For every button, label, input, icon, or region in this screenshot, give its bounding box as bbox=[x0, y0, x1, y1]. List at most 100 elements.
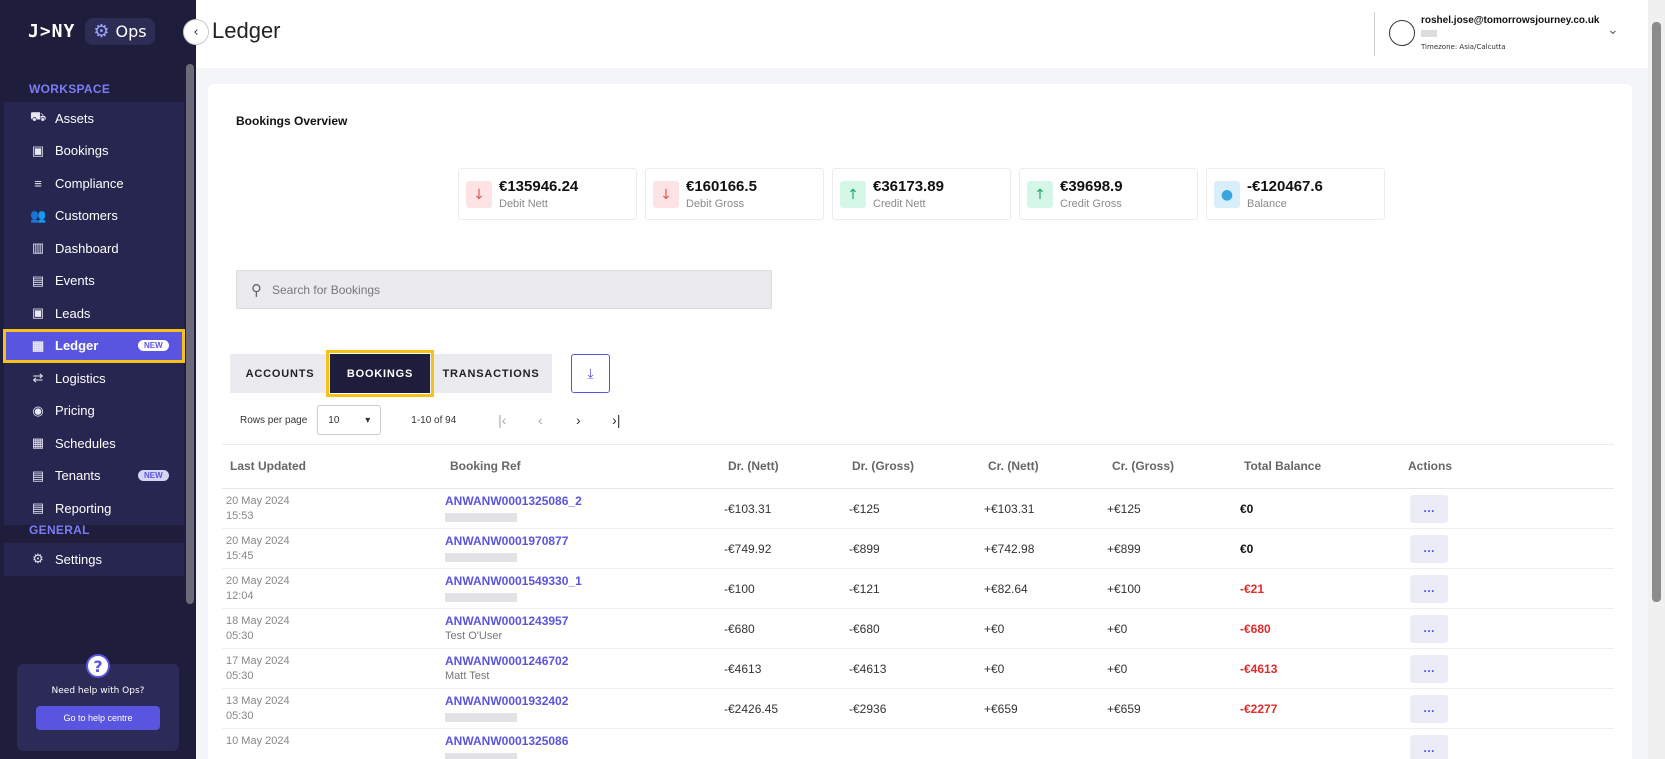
actions-button[interactable]: ... bbox=[1410, 495, 1448, 523]
total-balance: €0 bbox=[1240, 542, 1254, 556]
tab-accounts[interactable]: ACCOUNTS bbox=[230, 354, 330, 393]
stat-value: €135946.24 bbox=[499, 178, 579, 195]
rows-per-page-label: Rows per page bbox=[240, 414, 308, 426]
column-header: Actions bbox=[1408, 459, 1453, 473]
total-balance: -€680 bbox=[1240, 622, 1271, 636]
total-balance: -€21 bbox=[1240, 582, 1265, 596]
customer-redacted bbox=[445, 713, 517, 722]
prev-page-icon[interactable]: ‹ bbox=[528, 412, 552, 428]
stat-value: €36173.89 bbox=[873, 178, 944, 195]
actions-button[interactable]: ... bbox=[1410, 655, 1448, 683]
general-menu: ⚙ Settings bbox=[4, 543, 184, 576]
dr-gross: -€4613 bbox=[849, 662, 887, 676]
sidebar-item-tenants[interactable]: ▤ Tenants NEW bbox=[4, 460, 184, 493]
booking-ref-link[interactable]: ANWANW0001246702 bbox=[445, 654, 568, 668]
actions-button[interactable]: ... bbox=[1410, 615, 1448, 643]
sidebar-item-customers[interactable]: 👥 Customers bbox=[4, 200, 184, 233]
booking-ref-link[interactable]: ANWANW0001549330_1 bbox=[445, 574, 582, 588]
search-input[interactable] bbox=[272, 282, 752, 297]
sidebar-item-bookings[interactable]: ▣ Bookings bbox=[4, 135, 184, 168]
last-updated: 20 May 2024 15:45 bbox=[226, 534, 290, 564]
actions-button[interactable]: ... bbox=[1410, 695, 1448, 723]
sidebar-item-settings[interactable]: ⚙ Settings bbox=[4, 543, 184, 576]
help-centre-button[interactable]: Go to help centre bbox=[36, 706, 160, 730]
page-title: Ledger bbox=[212, 18, 281, 43]
stat-label: Debit Gross bbox=[686, 198, 745, 210]
sidebar-item-logistics[interactable]: ⇄ Logistics bbox=[4, 362, 184, 395]
sidebar-item-leads[interactable]: ▣ Leads bbox=[4, 297, 184, 330]
actions-button[interactable]: ... bbox=[1410, 575, 1448, 603]
new-badge: NEW bbox=[138, 470, 169, 482]
stat-value: €160166.5 bbox=[686, 178, 757, 195]
cr-nett: +€659 bbox=[984, 702, 1018, 716]
workspace-title: WORKSPACE bbox=[29, 82, 111, 96]
download-button[interactable]: ⤓ bbox=[571, 354, 610, 393]
rows-per-page-value: 10 bbox=[328, 414, 340, 426]
page-scrollbar[interactable] bbox=[1648, 0, 1665, 759]
piggy-bank-icon: ● bbox=[1214, 181, 1240, 208]
date: 20 May 2024 bbox=[226, 535, 290, 547]
date: 17 May 2024 bbox=[226, 655, 290, 667]
search-bar[interactable]: ⚲ bbox=[236, 270, 772, 309]
actions-button[interactable]: ... bbox=[1410, 535, 1448, 563]
schedule-icon: ▦ bbox=[31, 435, 45, 451]
product-name: Ops bbox=[115, 22, 147, 41]
cr-gross: +€0 bbox=[1107, 662, 1128, 676]
sidebar-item-dashboard[interactable]: ▥ Dashboard bbox=[4, 232, 184, 265]
column-header: Dr. (Gross) bbox=[852, 459, 915, 473]
dr-nett: -€2426.45 bbox=[724, 702, 779, 716]
table-body: 20 May 2024 15:53 ANWANW0001325086_2 -€103.… bbox=[222, 489, 1614, 759]
sidebar-item-pricing[interactable]: ◉ Pricing bbox=[4, 395, 184, 428]
booking-ref-link[interactable]: ANWANW0001243957 bbox=[445, 614, 568, 628]
column-header: Total Balance bbox=[1244, 459, 1322, 473]
rows-per-page-select[interactable]: 10 ▾ bbox=[317, 405, 382, 435]
sidebar-scrollbar[interactable] bbox=[186, 64, 194, 604]
user-timezone: Timezone: Asia/Calcutta bbox=[1421, 43, 1506, 51]
last-updated: 10 May 2024 bbox=[226, 734, 290, 749]
column-header: Dr. (Nett) bbox=[728, 459, 779, 473]
first-page-icon[interactable]: |‹ bbox=[490, 412, 514, 428]
next-page-icon[interactable]: › bbox=[566, 412, 590, 428]
sidebar-item-label: Leads bbox=[55, 305, 91, 321]
tab-transactions[interactable]: TRANSACTIONS bbox=[430, 354, 552, 393]
tab-bookings[interactable]: BOOKINGS bbox=[326, 350, 434, 397]
help-icon: ? bbox=[86, 654, 110, 678]
sidebar-item-compliance[interactable]: ≡ Compliance bbox=[4, 167, 184, 200]
cr-nett: +€0 bbox=[984, 662, 1005, 676]
arrow-up-icon: ↑ bbox=[840, 181, 866, 208]
column-header: Last Updated bbox=[230, 459, 307, 473]
sidebar-item-label: Bookings bbox=[55, 143, 109, 159]
arrow-up-icon: ↑ bbox=[1027, 181, 1053, 208]
last-page-icon[interactable]: ›| bbox=[604, 412, 628, 428]
sidebar-item-schedules[interactable]: ▦ Schedules bbox=[4, 427, 184, 460]
stat-label: Debit Nett bbox=[499, 198, 548, 210]
cr-nett: +€82.64 bbox=[984, 582, 1028, 596]
booking-ref-link[interactable]: ANWANW0001970877 bbox=[445, 534, 568, 548]
cr-gross: +€100 bbox=[1107, 582, 1141, 596]
booking-ref-link[interactable]: ANWANW0001325086_2 bbox=[445, 494, 582, 508]
sidebar-item-ledger[interactable]: ▦ Ledger NEW bbox=[3, 328, 185, 363]
page-scroll-thumb[interactable] bbox=[1652, 22, 1661, 602]
total-balance: €0 bbox=[1240, 502, 1254, 516]
actions-button[interactable]: ... bbox=[1410, 735, 1448, 759]
stat-value: -€120467.6 bbox=[1247, 178, 1323, 195]
overview-title: Bookings Overview bbox=[236, 114, 348, 128]
date: 20 May 2024 bbox=[226, 495, 290, 507]
dr-nett: -€103.31 bbox=[724, 502, 772, 516]
dr-gross: -€899 bbox=[849, 542, 880, 556]
stat-card-credit-gross: ↑ €39698.9 Credit Gross bbox=[1019, 168, 1198, 220]
ledger-tabs: ACCOUNTS BOOKINGS TRANSACTIONS bbox=[230, 350, 552, 397]
sidebar-item-label: Logistics bbox=[55, 370, 106, 386]
booking-ref-link[interactable]: ANWANW0001932402 bbox=[445, 694, 568, 708]
chevron-down-icon[interactable]: ⌄ bbox=[1607, 22, 1619, 38]
booking-ref-link[interactable]: ANWANW0001325086 bbox=[445, 734, 568, 748]
sidebar-item-events[interactable]: ▤ Events bbox=[4, 265, 184, 298]
collapse-sidebar-button[interactable]: ‹ bbox=[183, 19, 209, 45]
total-balance: -€2277 bbox=[1240, 702, 1278, 716]
sidebar-item-reporting[interactable]: ▤ Reporting bbox=[4, 492, 184, 525]
sidebar-item-label: Compliance bbox=[55, 175, 124, 191]
workspace-menu: ⛟ Assets ▣ Bookings ≡ Compliance 👥 Customers ▥ Da… bbox=[3, 102, 185, 525]
brand[interactable]: J>NY ⚙ Ops bbox=[28, 18, 155, 45]
user-menu[interactable]: roshel.jose@tomorrowsjourney.co.uk Timez… bbox=[1374, 12, 1634, 56]
sidebar-item-assets[interactable]: ⛟ Assets bbox=[4, 102, 184, 135]
